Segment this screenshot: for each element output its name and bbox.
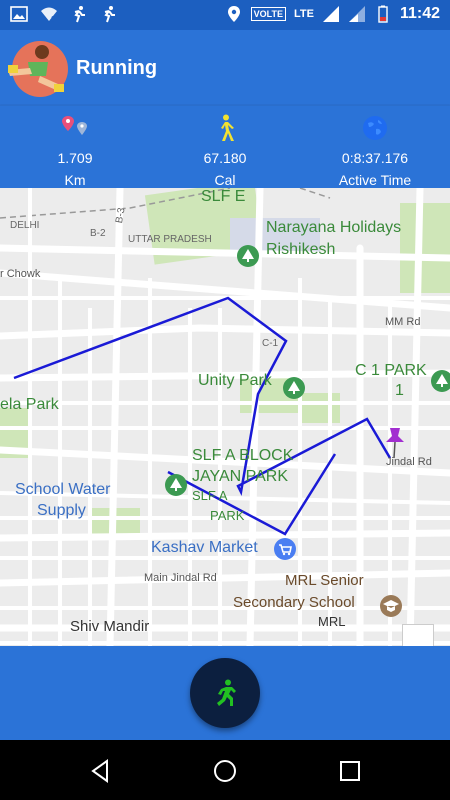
home-icon[interactable] [210, 756, 240, 786]
calories-value: 67.180 [203, 150, 247, 166]
running-notification-icon-2 [104, 6, 115, 23]
running-icon [217, 679, 236, 706]
status-bar: ? VOLTE LTE 11:42 [0, 0, 450, 30]
map-label: Kashav Market [151, 539, 258, 556]
map-label: Unity Park [198, 372, 272, 389]
stats-panel: 1.709 Km 67.180 Cal 0:8:37.176 Active Ti… [0, 106, 450, 188]
map-label: r Chowk [0, 268, 41, 280]
svg-text:?: ? [51, 15, 56, 23]
wifi-question-icon: ? [41, 7, 57, 23]
active-time-value: 0:8:37.176 [341, 150, 409, 166]
signal-icon-2 [348, 6, 365, 22]
map-label: MRL [318, 614, 346, 629]
map-label: SLF A BLOCK [192, 447, 294, 464]
map-control[interactable] [402, 624, 434, 646]
map-label: C-1 [262, 338, 279, 349]
park-marker-icon [165, 474, 187, 496]
map-label: Supply [37, 502, 86, 519]
status-clock: 11:42 [399, 5, 440, 22]
active-time-label: Active Time [338, 172, 412, 188]
recents-icon[interactable] [335, 756, 365, 786]
map-label: Secondary School [233, 594, 355, 611]
app-bar: Running [0, 30, 450, 104]
run-toggle-button[interactable] [190, 658, 260, 728]
school-marker-icon [380, 595, 402, 617]
map-label: C 1 PARK [355, 362, 427, 379]
distance-value: 1.709 [57, 150, 93, 166]
map-label: MM Rd [385, 316, 421, 328]
calories-label: Cal [214, 172, 236, 188]
battery-icon [378, 5, 388, 23]
runner-avatar-icon [8, 41, 68, 97]
stat-active-time: 0:8:37.176 Active Time [300, 114, 450, 188]
stat-calories: 67.180 Cal [150, 114, 300, 188]
map-label: Rishikesh [266, 241, 336, 258]
map-roads [0, 188, 450, 646]
map-label: MRL Senior [285, 572, 364, 589]
map-label: Main Jindal Rd [144, 572, 217, 584]
running-notification-icon [74, 6, 85, 23]
map-label: UTTAR PRADESH [128, 234, 212, 245]
park-marker-icon [431, 370, 450, 392]
map-label: PARK [210, 508, 245, 523]
back-icon[interactable] [85, 756, 115, 786]
map-label: Shiv Mandir [70, 618, 150, 635]
globe-icon [363, 116, 387, 140]
pushpin-marker-icon [386, 428, 404, 459]
map-label: DELHI [10, 220, 40, 231]
map-label: ela Park [0, 396, 59, 413]
map-label: School Water [15, 481, 111, 498]
distance-label: Km [64, 172, 86, 188]
map-label: 1 [395, 382, 404, 399]
system-nav-bar [0, 740, 450, 800]
map-label: B-2 [90, 228, 106, 239]
location-icon [227, 6, 240, 22]
map-label: SLF A [192, 488, 228, 503]
lte-indicator: LTE [293, 8, 314, 20]
park-marker-icon [237, 245, 259, 267]
route-map[interactable]: SLF E Narayana Holidays Rishikesh DELHI … [0, 188, 450, 646]
signal-icon [322, 6, 339, 22]
map-label: SLF E [201, 188, 246, 205]
bottom-bar [0, 646, 450, 740]
volte-indicator: VOLTE [250, 7, 286, 21]
shopping-cart-marker-icon [274, 538, 296, 560]
map-label: Jindal Rd [386, 456, 432, 468]
map-label: Narayana Holidays [266, 219, 402, 236]
stat-distance: 1.709 Km [0, 114, 150, 188]
walking-person-icon [221, 114, 234, 141]
park-marker-icon [283, 377, 305, 399]
location-pins-icon [62, 116, 87, 135]
gallery-icon [10, 6, 28, 22]
map-label: JAYAN PARK [192, 468, 289, 485]
app-title: Running [76, 57, 158, 79]
